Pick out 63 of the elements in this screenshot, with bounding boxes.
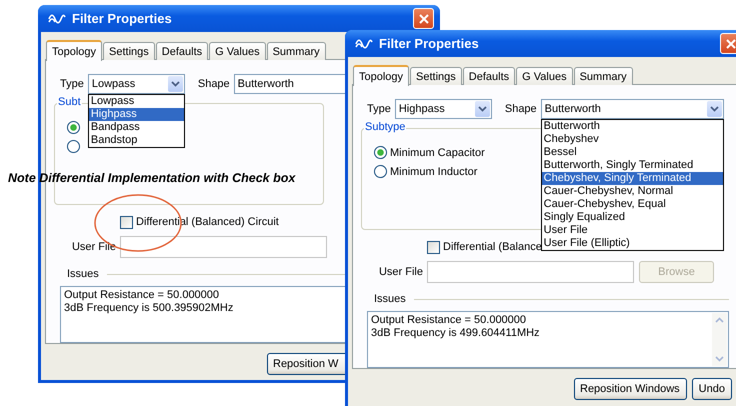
- tab[interactable]: Settings: [103, 42, 155, 60]
- shape-dropdown[interactable]: Butterworth: [540, 99, 724, 119]
- window-title: Filter Properties: [72, 11, 173, 26]
- tab[interactable]: Defaults: [156, 42, 208, 60]
- scroll-down-icon: [715, 356, 724, 362]
- issue-text: 3dB Frequency is 500.395902MHz: [64, 302, 234, 315]
- close-button[interactable]: [413, 8, 434, 29]
- list-option[interactable]: Bessel: [542, 146, 723, 159]
- scrollbar[interactable]: [712, 313, 727, 366]
- radio-button[interactable]: [67, 121, 80, 134]
- tab[interactable]: G Values: [516, 67, 573, 85]
- wave-icon: [355, 38, 373, 48]
- list-option[interactable]: Chebyshev, Singly Terminated: [542, 172, 723, 185]
- radio-label: Minimum Capacitor: [390, 146, 485, 158]
- checkbox[interactable]: [120, 216, 133, 228]
- checkbox[interactable]: [427, 240, 440, 254]
- issues-label: Issues: [374, 293, 406, 305]
- scroll-up-icon: [715, 317, 724, 323]
- list-option[interactable]: Cauer-Chebyshev, Normal: [542, 185, 723, 198]
- tab[interactable]: Settings: [410, 67, 462, 85]
- list-option[interactable]: Singly Equalized: [542, 211, 723, 224]
- user-file-label: User File: [378, 266, 424, 278]
- tab[interactable]: Summary: [266, 42, 326, 60]
- close-icon: [726, 38, 736, 48]
- close-button[interactable]: [720, 33, 736, 54]
- tab[interactable]: G Values: [209, 42, 266, 60]
- group-label: Subt: [57, 96, 82, 108]
- issues-text-area[interactable]: Output Resistance = 50.000000 3dB Frequency is 499.604411MHz: [367, 311, 729, 368]
- radio-button[interactable]: [374, 165, 387, 178]
- wave-icon: [48, 14, 66, 24]
- type-dropdown[interactable]: Lowpass: [88, 74, 185, 94]
- tab[interactable]: Topology: [353, 65, 410, 86]
- list-option[interactable]: Highpass: [88, 108, 184, 121]
- close-icon: [418, 14, 428, 24]
- list-option[interactable]: Lowpass: [88, 95, 184, 108]
- list-option[interactable]: User File: [542, 224, 723, 237]
- list-option[interactable]: Butterworth, Singly Terminated: [542, 159, 723, 172]
- type-dropdown[interactable]: Highpass: [394, 99, 492, 119]
- issue-text: Output Resistance = 50.000000: [64, 289, 220, 302]
- list-option[interactable]: Bandstop: [88, 134, 184, 147]
- issues-label: Issues: [67, 268, 99, 280]
- dialog-button[interactable]: Undo: [692, 378, 732, 400]
- shape-label: Shape: [198, 78, 230, 90]
- user-file-field[interactable]: [120, 236, 327, 258]
- window-title: Filter Properties: [379, 36, 480, 51]
- user-file-field[interactable]: [427, 261, 634, 283]
- list-option[interactable]: Chebyshev: [542, 133, 723, 146]
- checkbox-label: Differential (Balance: [443, 241, 542, 253]
- type-label: Type: [60, 78, 84, 90]
- radio-button[interactable]: [374, 146, 387, 159]
- list-option[interactable]: Bandpass: [88, 121, 184, 134]
- radio-button[interactable]: [67, 140, 80, 153]
- tab[interactable]: Summary: [574, 67, 633, 85]
- list-option[interactable]: User File (Elliptic): [542, 237, 723, 250]
- shape-label: Shape: [504, 103, 537, 115]
- group-label: Subtype: [364, 121, 406, 133]
- list-option[interactable]: Cauer-Chebyshev, Equal: [542, 198, 723, 211]
- dialog-button[interactable]: Reposition Windows: [574, 378, 687, 400]
- tab[interactable]: Defaults: [462, 67, 516, 85]
- radio-label: Minimum Inductor: [390, 166, 478, 178]
- list-option[interactable]: Butterworth: [542, 120, 723, 133]
- type-label: Type: [367, 103, 391, 115]
- tab[interactable]: Topology: [46, 40, 102, 61]
